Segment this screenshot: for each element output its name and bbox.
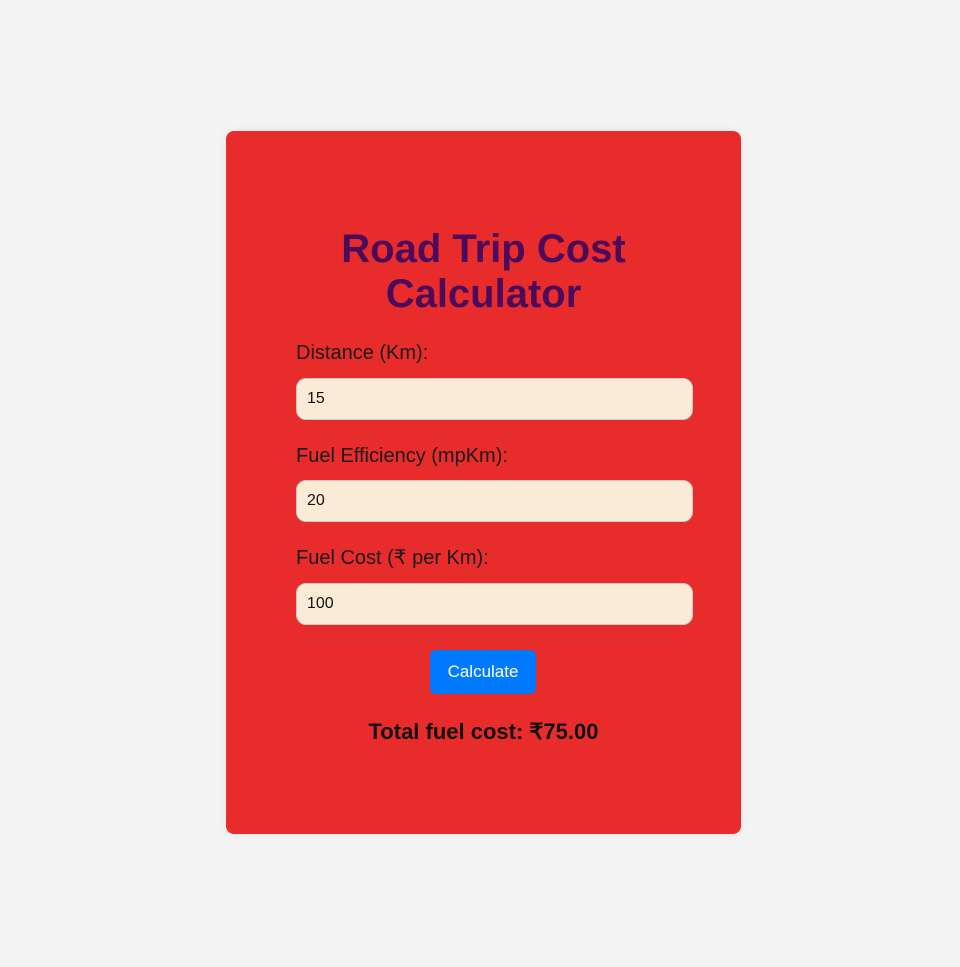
- calculator-card: Road Trip Cost Calculator Distance (Km):…: [226, 131, 741, 834]
- fuel-efficiency-input[interactable]: [296, 480, 693, 522]
- fuel-cost-input[interactable]: [296, 583, 693, 625]
- distance-input[interactable]: [296, 378, 693, 420]
- page-title-line-2: Calculator: [385, 272, 582, 316]
- calculate-button[interactable]: Calculate: [430, 650, 536, 694]
- page-title: Road Trip Cost Calculator: [226, 227, 741, 317]
- fuel-efficiency-label: Fuel Efficiency (mpKm):: [296, 445, 508, 467]
- page-title-line-1: Road Trip Cost: [341, 227, 626, 271]
- distance-label: Distance (Km):: [296, 342, 429, 364]
- fuel-cost-label: Fuel Cost (₹ per Km):: [296, 547, 489, 569]
- total-fuel-cost-result: Total fuel cost: ₹75.00: [368, 719, 599, 744]
